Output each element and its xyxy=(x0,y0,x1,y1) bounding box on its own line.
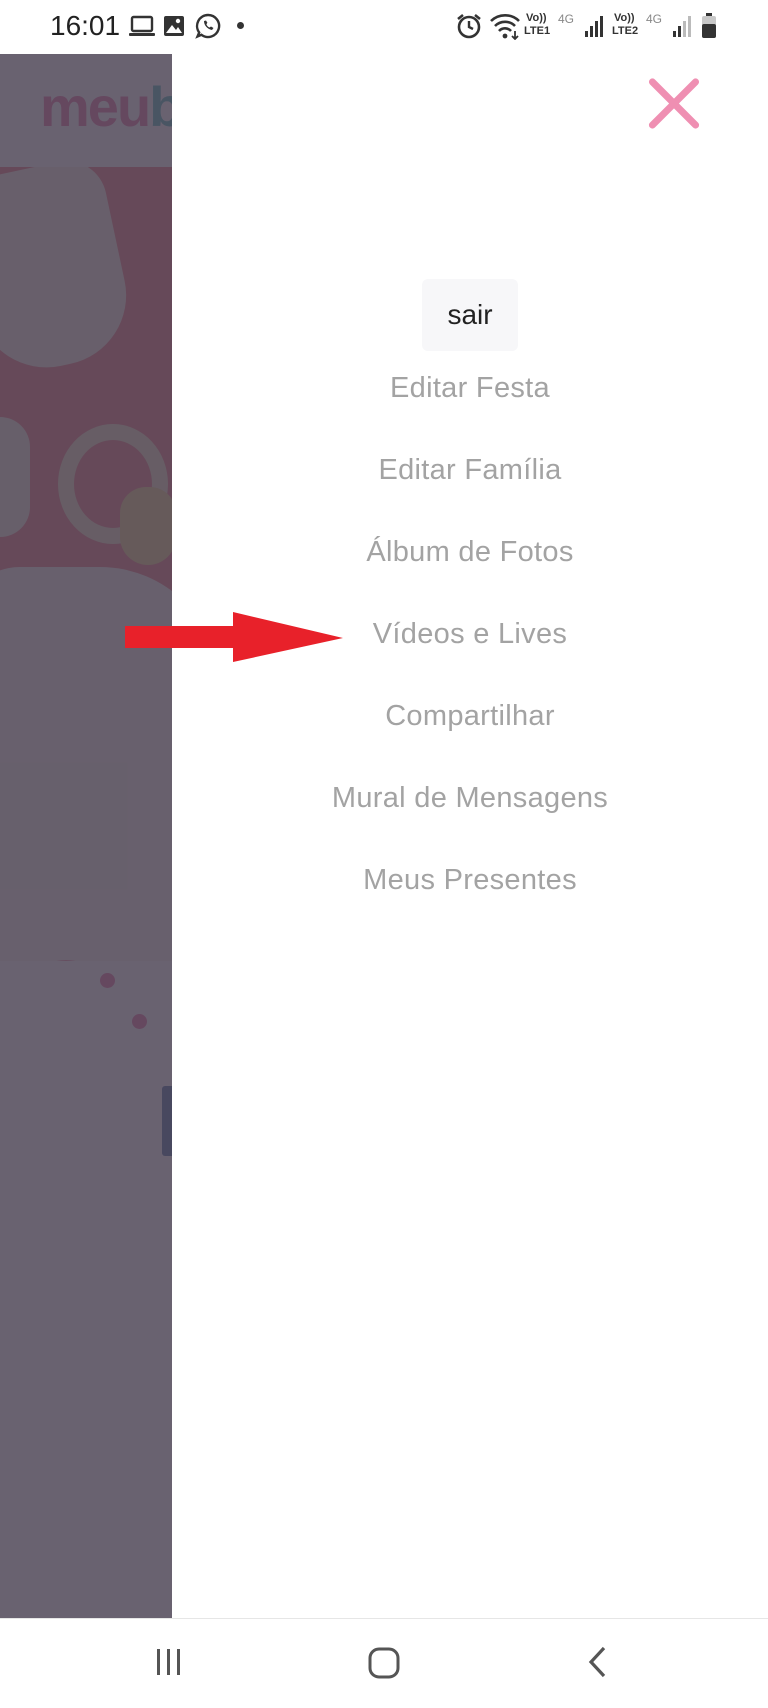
logout-button[interactable]: sair xyxy=(422,279,518,351)
menu-item-editar-familia[interactable]: Editar Família xyxy=(172,454,768,487)
sim1-lte-label: LTE1 xyxy=(524,25,551,37)
status-bar: 16:01 Vo)) LTE1 4G Vo)) LTE2 4G xyxy=(0,0,768,54)
sim1-network-label: 4G xyxy=(558,12,575,26)
annotation-arrow-icon xyxy=(125,612,343,662)
menu-item-editar-festa[interactable]: Editar Festa xyxy=(172,372,768,405)
whatsapp-icon xyxy=(195,13,221,39)
close-icon[interactable] xyxy=(644,74,704,134)
sim2-network-label: 4G xyxy=(646,12,663,26)
signal-icon xyxy=(585,16,603,37)
home-icon[interactable] xyxy=(366,1641,402,1685)
image-icon xyxy=(164,16,184,36)
alarm-icon xyxy=(457,13,481,39)
navigation-bar xyxy=(0,1618,768,1708)
laptop-icon xyxy=(129,15,155,36)
side-menu: sair Editar Festa Editar Família Álbum d… xyxy=(172,54,768,1618)
signal-icon xyxy=(673,16,691,37)
battery-icon xyxy=(702,13,716,38)
sim2-volte-label: Vo)) xyxy=(614,12,635,24)
wifi-icon xyxy=(490,14,520,40)
status-time: 16:01 xyxy=(50,10,121,41)
menu-item-mural-de-mensagens[interactable]: Mural de Mensagens xyxy=(172,782,768,815)
menu-item-album-de-fotos[interactable]: Álbum de Fotos xyxy=(172,536,768,569)
back-icon[interactable] xyxy=(586,1641,610,1685)
menu-item-compartilhar[interactable]: Compartilhar xyxy=(172,700,768,733)
sim1-volte-label: Vo)) xyxy=(526,12,547,24)
recent-apps-icon[interactable] xyxy=(154,1641,184,1685)
dot-icon xyxy=(237,22,244,29)
menu-item-meus-presentes[interactable]: Meus Presentes xyxy=(172,864,768,897)
dim-overlay[interactable] xyxy=(0,54,172,1618)
sim2-lte-label: LTE2 xyxy=(612,25,639,37)
